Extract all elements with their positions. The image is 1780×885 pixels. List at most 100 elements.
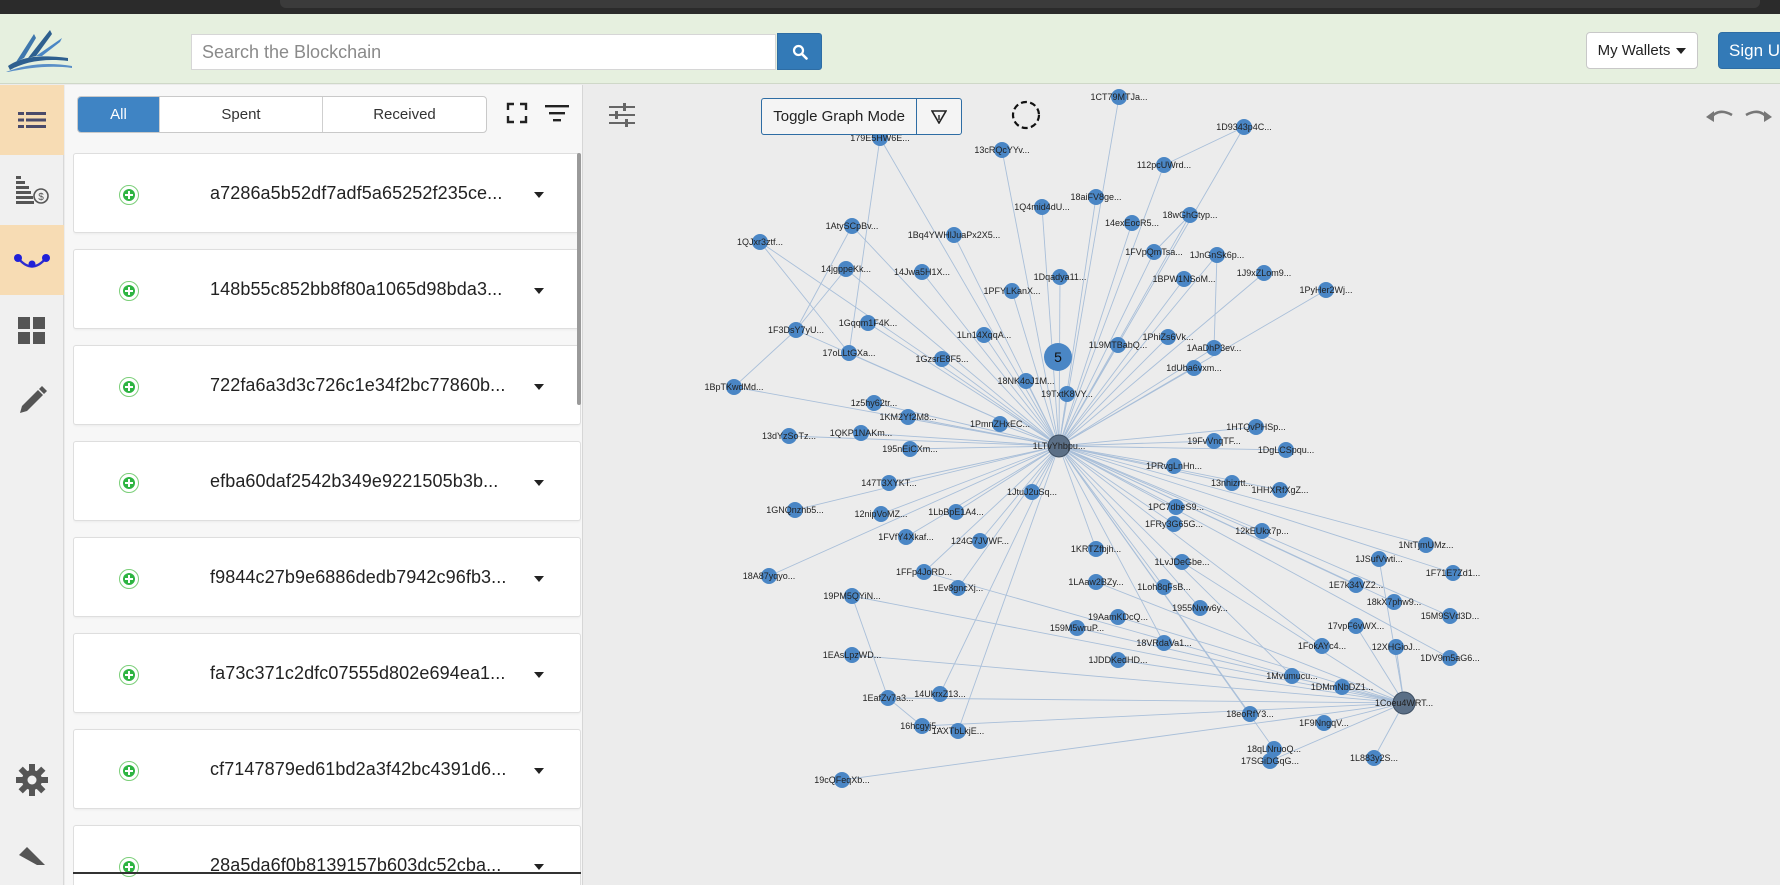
- graph-node[interactable]: 195nEiCXm...: [882, 441, 938, 457]
- graph-node[interactable]: 12nipVoMZ...: [854, 506, 908, 522]
- transaction-row[interactable]: 722fa6a3d3c726c1e34f2bc77860b...: [73, 345, 581, 425]
- transaction-hash[interactable]: 148b55c852bb8f80a1065d98bda3...: [210, 279, 502, 300]
- graph-node[interactable]: 1J9xZLom9...: [1237, 265, 1292, 281]
- graph-node[interactable]: 12kEUkx7p...: [1235, 523, 1289, 539]
- expand-plus-icon[interactable]: [119, 761, 139, 781]
- expand-plus-icon[interactable]: [119, 473, 139, 493]
- sidebar-item-dashboard[interactable]: [0, 296, 64, 366]
- graph-node[interactable]: 1AXTbLkjE...: [932, 723, 985, 739]
- graph-node[interactable]: 1F71E7Zd1...: [1426, 565, 1481, 581]
- transaction-hash[interactable]: cf7147879ed61bd2a3f42bc4391d6...: [210, 759, 506, 780]
- expand-plus-icon[interactable]: [119, 569, 139, 589]
- graph-node[interactable]: 19cQFeqXb...: [814, 772, 870, 788]
- transaction-hash[interactable]: a7286a5b52df7adf5a65252f235ce...: [210, 183, 502, 204]
- graph-node[interactable]: 1AaDhP3ev...: [1187, 340, 1242, 356]
- graph-node[interactable]: 1FokAYc4...: [1298, 638, 1346, 654]
- graph-node[interactable]: 18A87yqyo...: [743, 568, 796, 584]
- caret-down-icon[interactable]: [534, 576, 544, 582]
- caret-down-icon[interactable]: [534, 672, 544, 678]
- graph-node[interactable]: 1HHXRfXgZ...: [1251, 482, 1309, 498]
- graph-node[interactable]: 1Ev8gncXj...: [933, 580, 984, 596]
- caret-down-icon[interactable]: [534, 384, 544, 390]
- graph-node[interactable]: 1LAaw2BZy...: [1068, 574, 1124, 590]
- graph-node[interactable]: 18eoRfY3...: [1226, 706, 1274, 722]
- graph-node[interactable]: 1PyHer2Wj...: [1299, 282, 1353, 298]
- toggle-graph-mode-button[interactable]: Toggle Graph Mode: [762, 99, 918, 134]
- graph-node[interactable]: 112pcUWrd...: [1137, 157, 1191, 173]
- graph-node[interactable]: 1dUba6vxm...: [1166, 360, 1222, 376]
- graph-node[interactable]: 17vpF6vWX...: [1328, 618, 1385, 634]
- graph-node[interactable]: 159M5wruP...: [1050, 620, 1104, 636]
- expand-plus-icon[interactable]: [119, 185, 139, 205]
- graph-settings-sliders-icon[interactable]: [608, 102, 636, 128]
- expand-plus-icon[interactable]: [119, 377, 139, 397]
- app-logo[interactable]: [6, 28, 72, 72]
- graph-node[interactable]: 1Bq4YWHlJuaPx2X5...: [908, 227, 1001, 243]
- graph-node[interactable]: 1F3DsY7yU...: [768, 322, 824, 338]
- graph-node[interactable]: 1Ln14XqqA...: [957, 327, 1012, 343]
- graph-node[interactable]: 1BpTKwdMd...: [704, 379, 764, 395]
- expand-plus-icon[interactable]: [119, 665, 139, 685]
- graph-mode-dropdown[interactable]: [917, 99, 961, 134]
- graph-node[interactable]: 13cRQcYYv...: [974, 142, 1030, 158]
- sidebar-item-wallet[interactable]: $: [0, 155, 64, 225]
- scrollbar-thumb[interactable]: [577, 153, 581, 405]
- transaction-row[interactable]: a7286a5b52df7adf5a65252f235ce...: [73, 153, 581, 233]
- graph-node[interactable]: 1DgLCSpqu...: [1258, 442, 1315, 458]
- graph-node[interactable]: 1BPW1NSoM...: [1152, 271, 1216, 287]
- graph-node[interactable]: 1Gqqm1F4K...: [839, 315, 898, 331]
- graph-node[interactable]: 1z5hy62tr...: [851, 395, 898, 411]
- graph-node[interactable]: 1E7k34VZ2...: [1329, 577, 1384, 593]
- graph-node[interactable]: 1FVfY4Xkaf...: [878, 529, 934, 545]
- graph-node[interactable]: 1JnGnSk6p...: [1190, 247, 1245, 263]
- graph-node[interactable]: 12XHGioJ...: [1372, 639, 1421, 655]
- graph-node[interactable]: 1JSufVwti...: [1355, 551, 1403, 567]
- search-input[interactable]: [192, 35, 775, 69]
- expand-icon[interactable]: [506, 102, 528, 124]
- graph-node[interactable]: 1EAsLpzWD...: [823, 647, 882, 663]
- graph-node[interactable]: 1Loh8qFsB...: [1137, 579, 1191, 595]
- graph-node[interactable]: 18VRdaVa1...: [1136, 635, 1192, 651]
- graph-node[interactable]: 1F9NngqV...: [1299, 715, 1349, 731]
- sidebar-item-edit[interactable]: [0, 366, 64, 436]
- sidebar-item-settings[interactable]: [0, 745, 64, 815]
- expand-plus-icon[interactable]: [119, 857, 139, 877]
- graph-node[interactable]: 1GNQnzhb5...: [766, 502, 824, 518]
- graph-node[interactable]: 1955Nww6y...: [1172, 600, 1228, 616]
- graph-node[interactable]: 1FVpQmTsa...: [1125, 244, 1183, 260]
- graph-node[interactable]: 1KRTZfbjh...: [1071, 541, 1121, 557]
- graph-node[interactable]: 147T3XYKT...: [861, 475, 917, 491]
- filter-all-button[interactable]: All: [78, 97, 160, 132]
- transaction-graph[interactable]: 1CT79MTJa...1D9343p4C...179E5HW6E...13cR…: [584, 85, 1780, 885]
- graph-node[interactable]: 1LbBpE1A4...: [928, 504, 984, 520]
- graph-node[interactable]: 13dYzSoTz...: [762, 428, 816, 444]
- graph-node[interactable]: 1AtySCpBv...: [826, 218, 879, 234]
- transaction-row[interactable]: fa73c371c2dfc07555d802e694ea1...: [73, 633, 581, 713]
- transaction-hash[interactable]: efba60daf2542b349e9221505b3b...: [210, 471, 498, 492]
- graph-canvas[interactable]: 1CT79MTJa... 1D9343p4C... 179E5HW6E... 13cR…: [584, 85, 1780, 885]
- graph-node[interactable]: 1Q4mid4dU...: [1014, 199, 1070, 215]
- expand-plus-icon[interactable]: [119, 281, 139, 301]
- graph-node[interactable]: 14jgppeKk...: [821, 261, 871, 277]
- graph-node[interactable]: 1PC7dbeS9...: [1148, 499, 1204, 515]
- sidebar-item-transactions[interactable]: [0, 85, 64, 155]
- graph-node[interactable]: 1QKP1NAKm...: [830, 425, 893, 441]
- filter-received-button[interactable]: Received: [323, 97, 486, 132]
- graph-node[interactable]: 18NK4oJ1M...: [997, 373, 1055, 389]
- caret-down-icon[interactable]: [534, 192, 544, 198]
- transaction-hash[interactable]: 722fa6a3d3c726c1e34f2bc77860b...: [210, 375, 505, 396]
- graph-node[interactable]: 15M9SVd3D...: [1421, 608, 1480, 624]
- graph-node[interactable]: 1JDDKedHD...: [1088, 652, 1148, 668]
- transaction-row[interactable]: cf7147879ed61bd2a3f42bc4391d6...: [73, 729, 581, 809]
- filter-spent-button[interactable]: Spent: [160, 97, 323, 132]
- graph-node[interactable]: 1PFYLKanX...: [983, 283, 1041, 299]
- graph-node[interactable]: 18kX7phw9...: [1367, 594, 1422, 610]
- graph-node[interactable]: 1CT79MTJa...: [1090, 89, 1148, 105]
- graph-node[interactable]: 124G7JVWF...: [951, 533, 1009, 549]
- graph-node[interactable]: 18aiFV8ge...: [1070, 189, 1122, 205]
- redo-icon[interactable]: [1742, 105, 1774, 127]
- graph-node[interactable]: 1JtuJ2uSq...: [1007, 484, 1057, 500]
- caret-down-icon[interactable]: [534, 768, 544, 774]
- sidebar-item-tools[interactable]: [0, 815, 64, 885]
- cluster-count-node[interactable]: 5: [1044, 343, 1072, 371]
